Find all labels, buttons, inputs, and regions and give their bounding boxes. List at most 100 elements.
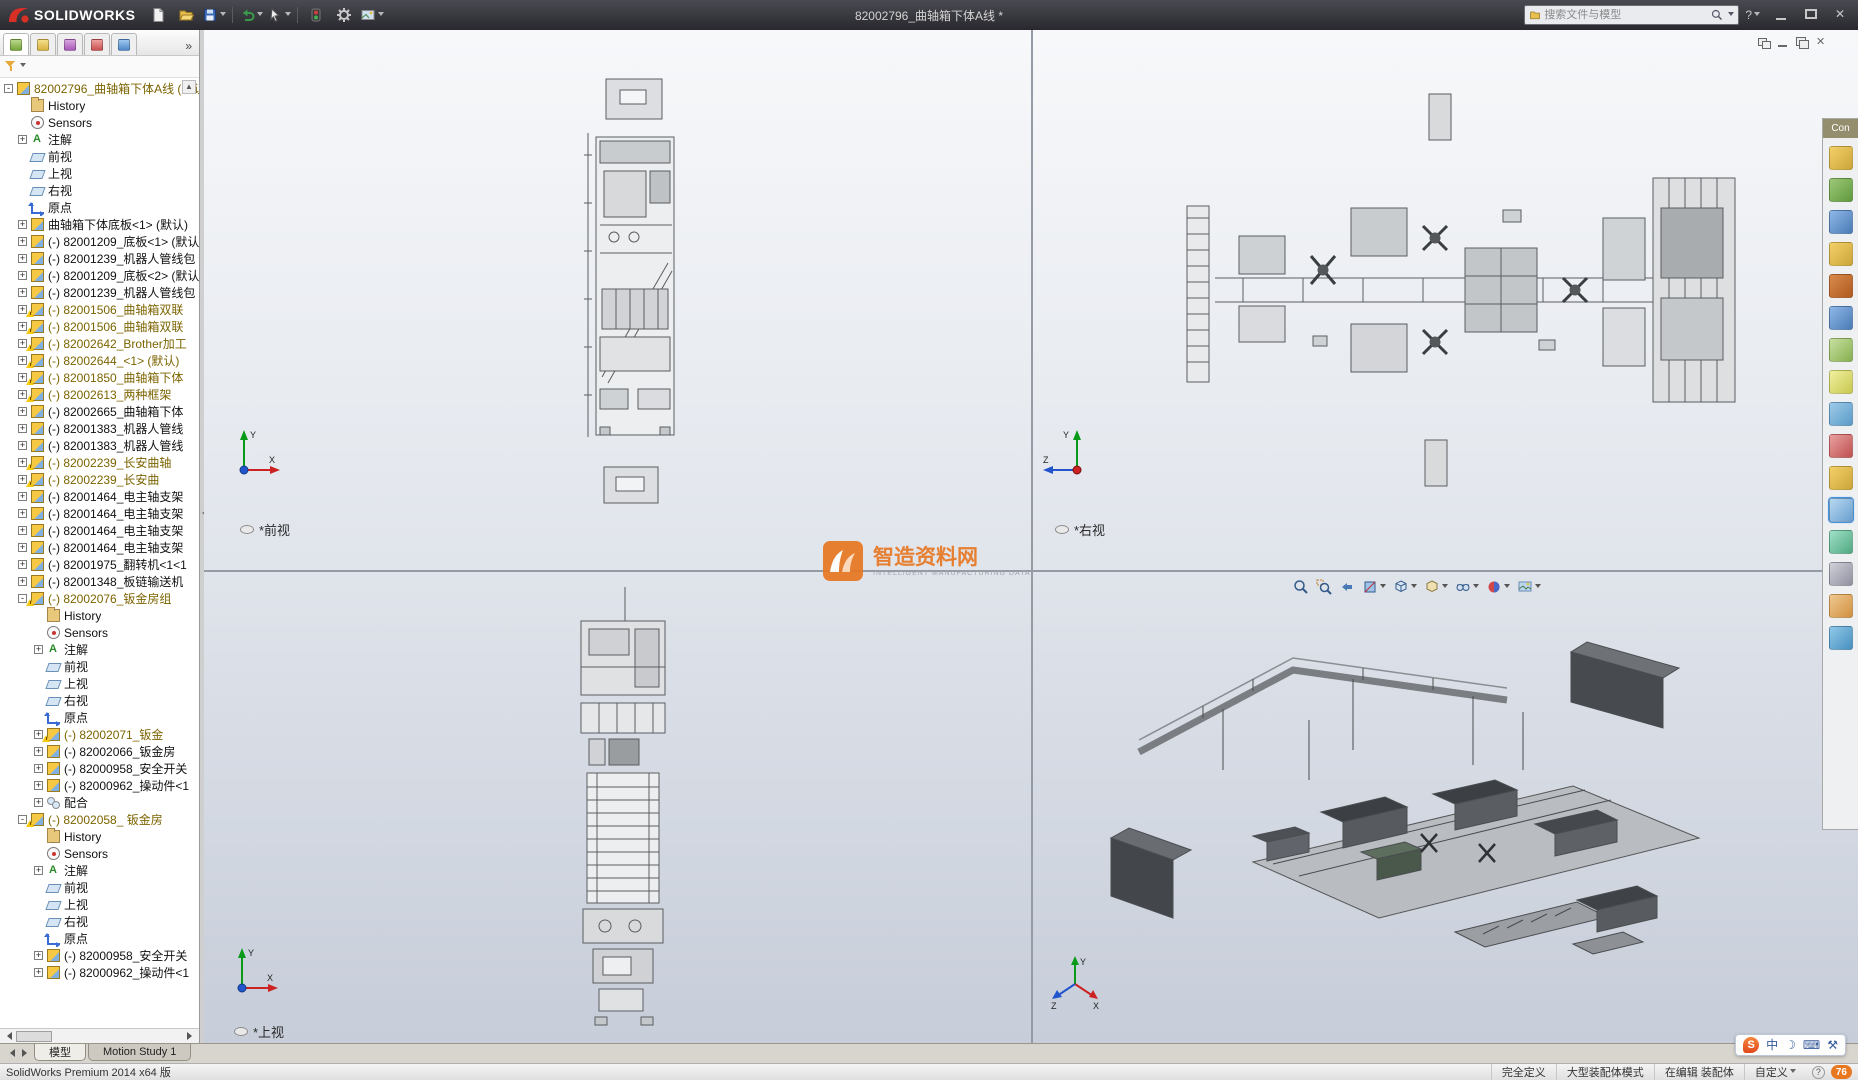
viewport-horizontal-splitter[interactable] [204,570,1858,572]
view-orientation-button[interactable] [1391,577,1419,597]
tree-item[interactable]: 注解 [0,641,199,658]
expand-toggle-icon[interactable] [18,322,27,331]
tree-item[interactable]: (-) 82002644_<1> (默认) [0,352,199,369]
scroll-left-button[interactable] [0,1029,15,1043]
expand-toggle-icon[interactable] [18,220,27,229]
zoom-area-button[interactable] [1314,577,1334,597]
tree-item[interactable]: (-) 82001239_机器人管线包 [0,284,199,301]
tree-item[interactable]: 原点 [0,199,199,216]
tree-item[interactable]: (-) 82000958_安全开关 [0,760,199,777]
tree-item[interactable]: 右视 [0,692,199,709]
tree-item[interactable]: (-) 82002239_长安曲轴 [0,454,199,471]
expand-toggle-icon[interactable] [18,594,27,603]
expand-toggle-icon[interactable] [18,458,27,467]
tree-item[interactable]: (-) 82002239_长安曲 [0,471,199,488]
scene-caret[interactable] [1535,583,1541,591]
capture-button[interactable] [359,3,385,27]
tree-item[interactable]: (-) 82002076_钣金房组 [0,590,199,607]
tree-item[interactable]: (-) 82001975_翻转机<1<1 [0,556,199,573]
expand-toggle-icon[interactable] [18,492,27,501]
tree-item[interactable]: 注解 [0,862,199,879]
new-document-button[interactable] [145,3,171,27]
task-pane-icon[interactable] [1828,178,1853,202]
save-dropdown-caret[interactable] [220,11,227,19]
tree-item[interactable]: 曲轴箱下体底板<1> (默认) [0,216,199,233]
task-pane-icon[interactable] [1828,370,1853,394]
open-button[interactable] [173,3,199,27]
tree-item[interactable]: (-) 82002058_ 钣金房 [0,811,199,828]
task-pane-collapsed-tab[interactable]: Con [1823,119,1858,138]
dimxpertmanager-tab[interactable] [84,33,110,55]
tree-item[interactable]: (-) 82001383_机器人管线 [0,420,199,437]
tree-item[interactable]: (-) 82001464_电主轴支架 [0,505,199,522]
tree-item[interactable]: 前视 [0,658,199,675]
hide-show-items-button[interactable] [1453,577,1481,597]
tree-item[interactable]: 原点 [0,709,199,726]
previous-view-button[interactable] [1337,577,1357,597]
expand-toggle-icon[interactable] [34,968,43,977]
tree-item[interactable]: (-) 82001209_底板<1> (默认) [0,233,199,250]
section-view-caret[interactable] [1380,583,1386,591]
expand-toggle-icon[interactable] [18,373,27,382]
tree-item[interactable]: 配合 [0,794,199,811]
viewport-vertical-splitter[interactable] [1031,30,1033,1043]
status-customize-button[interactable]: 自定义 [1743,1064,1806,1080]
expand-toggle-icon[interactable] [34,866,43,875]
tab-scroll-left-button[interactable] [2,1044,18,1062]
expand-toggle-icon[interactable] [18,305,27,314]
tree-item[interactable]: History [0,828,199,845]
tree-item[interactable]: Sensors [0,114,199,131]
filter-caret[interactable] [20,63,26,70]
tree-item[interactable]: (-) 82001209_底板<2> (默认) [0,267,199,284]
zoom-fit-button[interactable] [1291,577,1311,597]
tree-item[interactable]: Sensors [0,624,199,641]
expand-toggle-icon[interactable] [18,271,27,280]
tree-item[interactable]: (-) 82001506_曲轴箱双联 [0,301,199,318]
expand-toggle-icon[interactable] [18,288,27,297]
tree-item[interactable]: (-) 82002071_钣金 [0,726,199,743]
restore-document-button[interactable] [1794,36,1809,49]
save-button[interactable] [201,3,227,27]
top-view-pane[interactable]: Y X *上视 [204,572,1031,1043]
undo-button[interactable] [238,3,264,27]
expand-toggle-icon[interactable] [18,526,27,535]
scrollbar-thumb[interactable] [16,1031,52,1042]
tree-item[interactable]: (-) 82001464_电主轴支架 [0,488,199,505]
sogou-logo-icon[interactable]: S [1743,1037,1760,1053]
appearance-caret[interactable] [1504,583,1510,591]
tree-item[interactable]: History [0,97,199,114]
task-pane-icon[interactable] [1828,530,1853,554]
tree-item[interactable]: 82002796_曲轴箱下体A线 (默认<显示状态-1>) [0,80,199,97]
model-tab[interactable]: 模型 [34,1044,86,1061]
expand-toggle-icon[interactable] [18,543,27,552]
select-button[interactable] [266,3,292,27]
expand-toggle-icon[interactable] [18,339,27,348]
tree-item[interactable]: 右视 [0,182,199,199]
undo-dropdown-caret[interactable] [257,11,264,19]
tree-item[interactable]: 右视 [0,913,199,930]
task-pane-icon[interactable] [1828,146,1853,170]
motion-study-tab[interactable]: Motion Study 1 [88,1044,192,1061]
tree-item[interactable]: (-) 82001239_机器人管线包 [0,250,199,267]
expand-toggle-icon[interactable] [4,84,13,93]
tree-item[interactable]: 前视 [0,879,199,896]
section-view-button[interactable] [1360,577,1388,597]
expand-toggle-icon[interactable] [34,798,43,807]
filter-icon[interactable] [5,61,16,72]
display-style-button[interactable] [1422,577,1450,597]
tree-item[interactable]: (-) 82000962_操动件<1 [0,964,199,981]
tree-item[interactable]: (-) 82001383_机器人管线 [0,437,199,454]
tree-item[interactable]: (-) 82002642_Brother加工 [0,335,199,352]
tree-item[interactable]: 原点 [0,930,199,947]
task-pane-icon[interactable] [1828,466,1853,490]
tree-item[interactable]: (-) 82001348_板链输送机 [0,573,199,590]
tree-item[interactable]: (-) 82001850_曲轴箱下体 [0,369,199,386]
tree-item[interactable]: (-) 82001464_电主轴支架 [0,539,199,556]
featuremanager-tab[interactable] [3,33,29,55]
tree-item[interactable]: 上视 [0,165,199,182]
expand-toggle-icon[interactable] [34,730,43,739]
search-dropdown-caret[interactable] [1728,11,1735,19]
tree-item[interactable]: Sensors [0,845,199,862]
notification-badge[interactable]: 76 [1830,1065,1852,1079]
task-pane-icon[interactable] [1828,402,1853,426]
